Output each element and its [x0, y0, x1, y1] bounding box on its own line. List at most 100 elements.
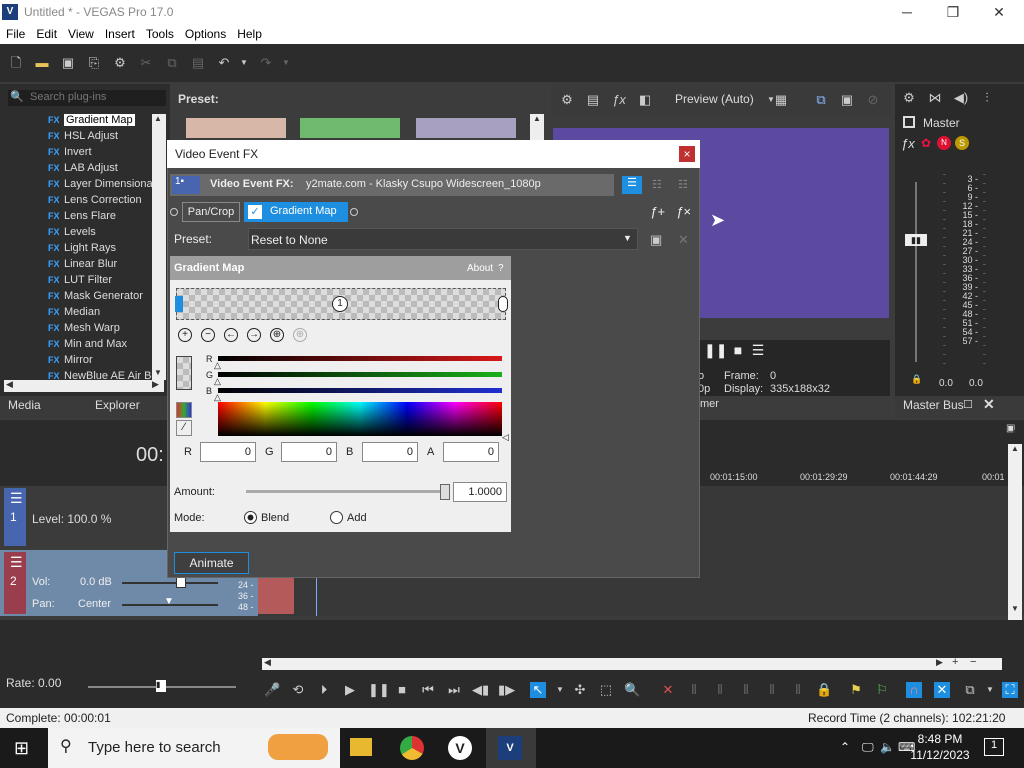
menu-list-icon[interactable]: ☰ [750, 342, 766, 358]
rgba-field-input[interactable]: 0 [443, 442, 499, 462]
chrome-icon[interactable] [400, 736, 424, 760]
taskbar-search-box[interactable]: ⚲ Type here to search [48, 728, 340, 768]
trim-icon[interactable]: ⫴ [686, 682, 702, 698]
properties-gear-icon[interactable]: ⚙ [112, 55, 128, 71]
animate-button[interactable]: Animate [174, 552, 249, 574]
menu-edit[interactable]: Edit [30, 24, 62, 41]
plugin-item[interactable]: FX Invert [48, 146, 92, 162]
redo-dropdown-icon[interactable]: ▼ [278, 55, 294, 71]
close-button[interactable]: ✕ [976, 0, 1022, 24]
close-tab-icon[interactable]: ✕ [983, 396, 995, 413]
volume-icon[interactable]: 🔈 [880, 740, 895, 754]
timeline-right-scroll[interactable]: ▲ ▼ + [1008, 444, 1022, 633]
preset-dropdown[interactable]: Reset to None ▼ [248, 228, 638, 250]
track-menu-icon[interactable]: ☰ [10, 490, 23, 507]
right-scroll-up-icon[interactable]: ▲ [1011, 444, 1019, 453]
plugin-item[interactable]: FX Mirror [48, 354, 93, 370]
maximize-button[interactable]: ❐ [930, 0, 976, 24]
mute-icon[interactable]: ◀) [953, 90, 969, 106]
mixer-icon[interactable]: ⫶ [979, 90, 995, 106]
add-fx-icon[interactable]: ƒ+ [650, 204, 665, 219]
undo-icon[interactable]: ↶ [216, 55, 232, 71]
view-list-icon[interactable]: ☰ [622, 176, 642, 194]
scroll-right-icon[interactable]: ▶ [152, 379, 159, 390]
gradient-stop-1[interactable]: 1 [332, 296, 348, 312]
menu-view[interactable]: View [62, 24, 99, 41]
go-to-start-icon[interactable]: ⏮ [420, 682, 436, 698]
plugin-item[interactable]: FX Linear Blur [48, 258, 117, 274]
view-detail-icon[interactable]: ☷ [678, 178, 688, 191]
plugin-hscrollbar[interactable]: ◀ ▶ [4, 379, 164, 392]
pause-transport-icon[interactable]: ❚❚ [368, 682, 390, 698]
chain-gradient-map[interactable]: ✓ Gradient Map [244, 202, 348, 222]
minimize-button[interactable]: ─ [884, 0, 930, 24]
pause-icon[interactable]: ❚❚ [704, 342, 727, 358]
plugin-item[interactable]: FX HSL Adjust [48, 130, 118, 146]
float-window-icon[interactable]: ☐ [963, 398, 973, 411]
save-snapshot-icon[interactable]: ▣ [839, 92, 855, 108]
fx-plugin-icon-2[interactable]: N [937, 136, 951, 150]
tab-media[interactable]: Media [8, 398, 41, 412]
master-settings-icon[interactable]: ⚙ [901, 90, 917, 106]
stop-transport-icon[interactable]: ■ [394, 682, 410, 698]
fx-plugin-icon-3[interactable]: S [955, 136, 969, 150]
delete-icon[interactable]: ✕ [660, 682, 676, 698]
prev-frame-icon[interactable]: ◀▮ [472, 682, 489, 698]
tab-mixer-fragment[interactable]: mer [700, 398, 719, 410]
amount-value-input[interactable]: 1.0000 [453, 482, 507, 502]
volume-slider[interactable] [122, 582, 218, 584]
mode-add-radio[interactable] [330, 511, 343, 524]
paste-icon[interactable]: ▤ [190, 55, 206, 71]
save-icon[interactable]: ▣ [60, 55, 76, 71]
split-screen-icon[interactable]: ◧ [637, 92, 653, 108]
rgba-field-input[interactable]: 0 [200, 442, 256, 462]
lock-icon[interactable]: 🔒 [911, 374, 922, 385]
menu-file[interactable]: File [0, 24, 30, 41]
rgb-slider-track[interactable] [218, 356, 502, 361]
marker-icon[interactable]: ⚑ [848, 682, 864, 698]
plugin-item[interactable]: FX Lens Flare [48, 210, 116, 226]
video-fx-icon[interactable]: ƒx [611, 92, 627, 108]
plugin-item[interactable]: FX Min and Max [48, 338, 127, 354]
scroll-left-icon[interactable]: ◀ [6, 379, 13, 390]
plugin-item[interactable]: FX Mask Generator [48, 290, 143, 306]
notification-icon[interactable]: 1 [984, 738, 1004, 756]
record-icon[interactable]: 🎤 [264, 682, 280, 698]
master-checkbox[interactable] [903, 116, 915, 128]
edit-tool-dropdown-icon[interactable]: ▼ [552, 682, 568, 698]
rgba-field-input[interactable]: 0 [362, 442, 418, 462]
clock-time[interactable]: 8:48 PM [910, 732, 970, 746]
plugin-item[interactable]: FX Lens Correction [48, 194, 142, 210]
plugin-item[interactable]: FX Layer Dimensional [48, 178, 155, 194]
downmix-icon[interactable]: ⋈ [927, 90, 943, 106]
zoom-tool-icon[interactable]: 🔍 [624, 682, 640, 698]
plugin-search-input[interactable]: 🔍 Search plug-ins [8, 90, 166, 106]
redo-icon[interactable]: ↷ [258, 55, 274, 71]
view-grid-icon[interactable]: ☷ [652, 178, 662, 191]
overlays-grid-icon[interactable]: ▦ [773, 92, 789, 108]
audio-event[interactable] [258, 572, 294, 614]
delete-preset-icon[interactable]: ✕ [678, 232, 689, 248]
clock-date[interactable]: 11/12/2023 [904, 748, 976, 762]
plugin-item[interactable]: FX Gradient Map [48, 114, 135, 130]
preview-quality-dropdown[interactable]: Preview (Auto) [675, 92, 754, 106]
stop-icon[interactable]: ■ [730, 342, 746, 358]
rate-slider-thumb[interactable]: ▮ [156, 680, 166, 692]
plugin-item[interactable]: FX Median [48, 306, 100, 322]
normal-edit-tool-icon[interactable]: ↖ [530, 682, 546, 698]
auto-ripple-icon[interactable]: ⧉ [962, 682, 978, 698]
copy-icon[interactable]: ⧉ [164, 55, 180, 71]
rgba-field-input[interactable]: 0 [281, 442, 337, 462]
rgb-slider-track[interactable] [218, 388, 502, 393]
hscroll-left-icon[interactable]: ◀ [264, 657, 271, 668]
color-model-icon[interactable] [176, 402, 192, 418]
pan-slider-thumb[interactable]: ▼ [164, 596, 174, 607]
timeline-hscrollbar[interactable]: ◀ ▶ + − [262, 656, 1002, 670]
play-icon[interactable]: ▶ [342, 682, 358, 698]
network-icon[interactable]: 🖵 [862, 740, 874, 755]
remove-fx-icon[interactable]: ƒ× [676, 204, 691, 219]
go-to-end-icon[interactable]: ⏭ [446, 682, 462, 698]
vegas-taskbar-icon[interactable]: V [448, 736, 472, 760]
trim-end-icon[interactable]: ⫴ [738, 682, 754, 698]
menu-insert[interactable]: Insert [99, 24, 140, 41]
